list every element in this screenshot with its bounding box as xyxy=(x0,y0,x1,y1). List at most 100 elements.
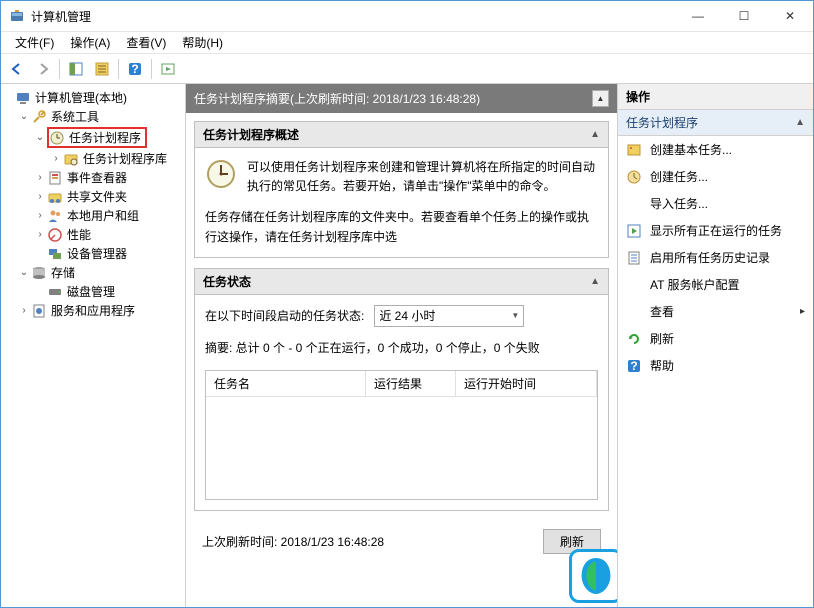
action-refresh[interactable]: 刷新 xyxy=(618,325,813,352)
toolbar-separator xyxy=(151,59,152,79)
expand-icon[interactable] xyxy=(33,285,47,299)
menu-view[interactable]: 查看(V) xyxy=(118,32,174,53)
tree-label: 事件查看器 xyxy=(67,169,127,186)
action-label: 查看 xyxy=(650,303,792,320)
summary-header: 任务计划程序摘要(上次刷新时间: 2018/1/23 16:48:28) ▲ xyxy=(186,84,617,113)
help-button[interactable]: ? xyxy=(123,57,147,81)
action-help[interactable]: ? 帮助 xyxy=(618,352,813,379)
overview-body: 可以使用任务计划程序来创建和管理计算机将在所指定的时间自动执行的常见任务。若要开… xyxy=(194,148,609,258)
expand-icon[interactable]: › xyxy=(33,209,47,223)
expand-icon[interactable]: › xyxy=(33,228,47,242)
tree-system-tools[interactable]: ⌄ 系统工具 xyxy=(17,107,185,126)
task-table[interactable]: 任务名 运行结果 运行开始时间 xyxy=(205,370,598,500)
wizard-icon xyxy=(626,142,642,158)
menu-file[interactable]: 文件(F) xyxy=(7,32,62,53)
properties-button[interactable] xyxy=(90,57,114,81)
performance-icon xyxy=(47,227,63,243)
actions-group-label: 任务计划程序 xyxy=(626,114,795,131)
actions-group-header[interactable]: 任务计划程序 ▲ xyxy=(618,110,813,136)
svg-text:?: ? xyxy=(630,359,637,373)
menu-action[interactable]: 操作(A) xyxy=(62,32,118,53)
chevron-down-icon: ▼ xyxy=(511,311,519,320)
expand-icon[interactable]: › xyxy=(17,304,31,318)
status-period-select[interactable]: 近 24 小时 ▼ xyxy=(374,305,524,327)
action-at-service[interactable]: AT 服务帐户配置 xyxy=(618,271,813,298)
show-hide-tree-button[interactable] xyxy=(64,57,88,81)
tree-pane[interactable]: 计算机管理(本地) ⌄ 系统工具 ⌄ 任务计划程序 › xyxy=(1,84,186,607)
action-create-task[interactable]: 创建任务... xyxy=(618,163,813,190)
view-icon xyxy=(626,304,642,320)
status-summary-text: 摘要: 总计 0 个 - 0 个正在运行，0 个成功，0 个停止，0 个失败 xyxy=(205,339,598,356)
action-label: 创建基本任务... xyxy=(650,141,805,158)
status-section: 任务状态 ▲ 在以下时间段启动的任务状态: 近 24 小时 ▼ 摘要: 总计 0… xyxy=(194,268,609,511)
content-area: 计算机管理(本地) ⌄ 系统工具 ⌄ 任务计划程序 › xyxy=(1,84,813,607)
tree-storage[interactable]: ⌄ 存储 xyxy=(17,263,185,282)
action-enable-history[interactable]: 启用所有任务历史记录 xyxy=(618,244,813,271)
tree-task-scheduler[interactable]: ⌄ 任务计划程序 xyxy=(33,126,185,149)
table-col-name[interactable]: 任务名 xyxy=(206,371,366,396)
summary-footer: 上次刷新时间: 2018/1/23 16:48:28 刷新 xyxy=(194,521,609,562)
expand-icon[interactable] xyxy=(1,91,15,105)
action-import-task[interactable]: 导入任务... xyxy=(618,190,813,217)
expand-icon[interactable]: ⌄ xyxy=(17,266,31,280)
tree-label: 性能 xyxy=(67,226,91,243)
event-icon xyxy=(47,170,63,186)
tree-event-viewer[interactable]: › 事件查看器 xyxy=(33,168,185,187)
overview-text-2: 任务存储在任务计划程序库的文件夹中。若要查看单个任务上的操作或执行这操作，请在任… xyxy=(205,208,598,246)
select-value: 近 24 小时 xyxy=(379,307,511,324)
action-label: 启用所有任务历史记录 xyxy=(650,249,805,266)
tree-disk-mgmt[interactable]: 磁盘管理 xyxy=(33,282,185,301)
tree-label: 任务计划程序 xyxy=(69,129,141,146)
scroll-up-button[interactable]: ▲ xyxy=(592,90,609,107)
table-header: 任务名 运行结果 运行开始时间 xyxy=(206,371,597,397)
action-show-running[interactable]: 显示所有正在运行的任务 xyxy=(618,217,813,244)
menu-help[interactable]: 帮助(H) xyxy=(174,32,231,53)
run-button[interactable] xyxy=(156,57,180,81)
expand-icon[interactable]: ⌄ xyxy=(17,110,31,124)
tree-label: 磁盘管理 xyxy=(67,283,115,300)
forward-button[interactable] xyxy=(31,57,55,81)
library-icon xyxy=(63,151,79,167)
window-title: 计算机管理 xyxy=(31,8,675,25)
tools-icon xyxy=(31,109,47,125)
collapse-icon[interactable]: ▲ xyxy=(590,276,600,287)
tree-shared-folders[interactable]: › 共享文件夹 xyxy=(33,187,185,206)
status-body: 在以下时间段启动的任务状态: 近 24 小时 ▼ 摘要: 总计 0 个 - 0 … xyxy=(194,295,609,511)
tree-root[interactable]: 计算机管理(本地) xyxy=(1,88,185,107)
tree-device-manager[interactable]: 设备管理器 xyxy=(33,244,185,263)
section-title: 任务状态 xyxy=(203,273,590,290)
tree-local-users[interactable]: › 本地用户和组 xyxy=(33,206,185,225)
action-view[interactable]: 查看 ▸ xyxy=(618,298,813,325)
clock-icon xyxy=(49,130,65,146)
action-create-basic[interactable]: 创建基本任务... xyxy=(618,136,813,163)
table-col-result[interactable]: 运行结果 xyxy=(366,371,456,396)
action-label: 帮助 xyxy=(650,357,805,374)
maximize-button[interactable]: ☐ xyxy=(721,1,767,31)
expand-icon[interactable]: › xyxy=(33,190,47,204)
minimize-button[interactable]: — xyxy=(675,1,721,31)
svg-text:?: ? xyxy=(131,62,138,76)
storage-icon xyxy=(31,265,47,281)
tree-services-apps[interactable]: › 服务和应用程序 xyxy=(17,301,185,320)
section-header[interactable]: 任务计划程序概述 ▲ xyxy=(194,121,609,148)
section-header[interactable]: 任务状态 ▲ xyxy=(194,268,609,295)
tree-performance[interactable]: › 性能 xyxy=(33,225,185,244)
expand-icon[interactable]: ⌄ xyxy=(33,131,47,145)
close-button[interactable]: ✕ xyxy=(767,1,813,31)
services-icon xyxy=(31,303,47,319)
back-button[interactable] xyxy=(5,57,29,81)
table-col-start[interactable]: 运行开始时间 xyxy=(456,371,597,396)
overview-section: 任务计划程序概述 ▲ 可以使用任务计划程序来创建和管理计算机将在所指定的时间自动… xyxy=(194,121,609,258)
collapse-icon[interactable]: ▲ xyxy=(795,117,805,128)
expand-icon[interactable]: › xyxy=(33,171,47,185)
expand-icon[interactable]: › xyxy=(49,152,63,166)
history-icon xyxy=(626,250,642,266)
collapse-icon[interactable]: ▲ xyxy=(590,129,600,140)
expand-icon[interactable] xyxy=(33,247,47,261)
menubar: 文件(F) 操作(A) 查看(V) 帮助(H) xyxy=(1,32,813,54)
toolbar-separator xyxy=(118,59,119,79)
toolbar: ? xyxy=(1,54,813,84)
tree-task-library[interactable]: › 任务计划程序库 xyxy=(49,149,185,168)
window-controls: — ☐ ✕ xyxy=(675,1,813,31)
summary-body[interactable]: 任务计划程序概述 ▲ 可以使用任务计划程序来创建和管理计算机将在所指定的时间自动… xyxy=(186,113,617,607)
